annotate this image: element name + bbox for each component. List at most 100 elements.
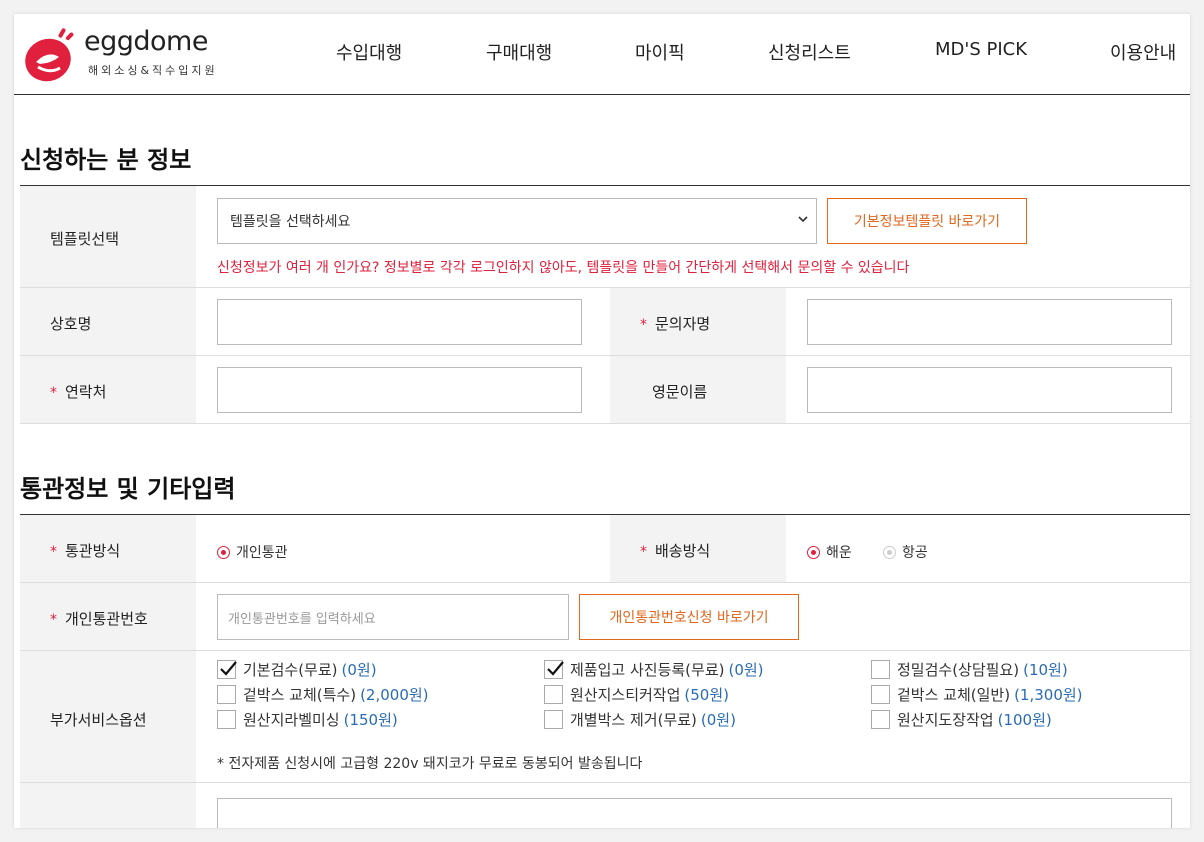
radio-personal-customs[interactable]: 개인통관 — [217, 542, 288, 562]
template-notice: 신청정보가 여러 개 인가요? 정보별로 각각 로그인하지 않아도, 템플릿을 … — [217, 260, 910, 276]
extra-service-option[interactable]: 기본검수(무료) (0원) — [217, 659, 377, 680]
section-title-requester: 신청하는 분 정보 — [20, 146, 192, 174]
form-row-template: 템플릿선택 템플릿을 선택하세요 기본정보템플릿 바로가기 신청정보가 여러 개… — [20, 186, 1190, 288]
required-mark: * — [50, 385, 57, 401]
template-shortcut-button[interactable]: 기본정보템플릿 바로가기 — [827, 198, 1027, 244]
form-row-methods: * 통관방식 개인통관 * 배송방식 해운 항공 — [20, 515, 1190, 583]
option-price: (0원) — [341, 661, 377, 679]
radio-sea-shipping[interactable]: 해운 — [807, 542, 852, 562]
checkmark-icon — [220, 661, 237, 676]
template-select-value: 템플릿을 선택하세요 — [230, 214, 351, 230]
english-name-input[interactable] — [807, 367, 1172, 413]
checkbox-unchecked[interactable] — [871, 685, 890, 704]
radio-air-shipping[interactable]: 항공 — [883, 542, 928, 562]
extra-service-option[interactable]: 원산지라벨미싱 (150원) — [217, 709, 398, 730]
form-row-contact: * 연락처 영문이름 — [20, 356, 1190, 424]
option-label: 겉박스 교체(특수) — [243, 686, 357, 704]
option-label: 기본검수(무료) — [243, 661, 338, 679]
inquirer-label-text: 문의자명 — [655, 315, 711, 333]
shipping-method-label-text: 배송방식 — [655, 542, 711, 560]
nav-item-mds-pick[interactable]: MD'S PICK — [935, 39, 1027, 60]
nav-item-guide[interactable]: 이용안내 — [1110, 39, 1176, 65]
option-label: 제품입고 사진등록(무료) — [570, 661, 725, 679]
form-row-company: 상호명 * 문의자명 — [20, 288, 1190, 356]
contact-label-text: 연락처 — [65, 383, 107, 401]
option-label: 정밀검수(상담필요) — [897, 661, 1020, 679]
extra-service-option[interactable]: 겉박스 교체(일반) (1,300원) — [871, 684, 1083, 705]
customs-number-apply-button[interactable]: 개인통관번호신청 바로가기 — [579, 594, 799, 640]
option-price: (0원) — [700, 711, 736, 729]
customs-method-label: * 통관방식 — [50, 540, 120, 561]
option-price: (10원) — [1023, 661, 1068, 679]
label-cell: * 배송방식 — [610, 515, 786, 582]
option-price: (2,000원) — [360, 686, 429, 704]
radio-label: 개인통관 — [236, 545, 288, 561]
radio-label: 항공 — [902, 545, 928, 561]
template-label: 템플릿선택 — [50, 230, 120, 248]
extra-services-note: * 전자제품 신청시에 고급형 220v 돼지코가 무료로 동봉되어 발송됩니다 — [217, 756, 643, 772]
section-title-customs: 통관정보 및 기타입력 — [20, 475, 236, 503]
radio-checked-icon — [217, 545, 230, 559]
nav-item-purchase-agency[interactable]: 구매대행 — [486, 39, 552, 65]
english-name-label: 영문이름 — [652, 383, 708, 401]
option-price: (50원) — [684, 686, 729, 704]
required-mark: * — [640, 544, 647, 560]
label-cell: * 통관방식 — [20, 515, 196, 582]
customs-number-input[interactable]: 개인통관번호를 입력하세요 — [217, 594, 569, 640]
extra-service-option[interactable]: 정밀검수(상담필요) (10원) — [871, 659, 1068, 680]
checkbox-unchecked[interactable] — [871, 660, 890, 679]
chevron-down-icon — [798, 216, 808, 223]
company-label: 상호명 — [50, 315, 92, 333]
radio-label: 해운 — [826, 545, 852, 561]
form-row-customs-number: * 개인통관번호 개인통관번호를 입력하세요 개인통관번호신청 바로가기 — [20, 583, 1190, 651]
customs-method-label-text: 통관방식 — [65, 542, 121, 560]
checkbox-unchecked[interactable] — [871, 710, 890, 729]
label-cell: 상호명 — [20, 288, 196, 355]
template-select[interactable]: 템플릿을 선택하세요 — [217, 198, 817, 244]
checkbox-unchecked[interactable] — [217, 710, 236, 729]
label-cell: 템플릿선택 — [20, 186, 196, 287]
checkmark-icon — [547, 661, 564, 676]
form-row-extra-services: 부가서비스옵션 기본검수(무료) (0원) 제품입고 사진등록(무료) (0원) 정밀검… — [20, 651, 1190, 783]
option-price: (0원) — [728, 661, 764, 679]
extra-service-option[interactable]: 원산지도장작업 (100원) — [871, 709, 1052, 730]
main-nav: 수입대행 구매대행 마이픽 신청리스트 MD'S PICK 이용안내 — [14, 39, 1190, 65]
option-label: 원산지스티커작업 — [570, 686, 681, 704]
option-price: (150원) — [343, 711, 398, 729]
contact-label: * 연락처 — [50, 381, 106, 402]
inquirer-input[interactable] — [807, 299, 1172, 345]
nav-item-request-list[interactable]: 신청리스트 — [768, 39, 851, 65]
label-cell: * 문의자명 — [610, 288, 786, 355]
label-cell: 부가서비스옵션 — [20, 651, 196, 782]
extra-service-option[interactable]: 겉박스 교체(특수) (2,000원) — [217, 684, 429, 705]
checkbox-checked[interactable] — [544, 660, 564, 679]
option-label: 겉박스 교체(일반) — [897, 686, 1011, 704]
customs-number-label: * 개인통관번호 — [50, 608, 148, 629]
checkbox-checked[interactable] — [217, 660, 237, 679]
required-mark: * — [640, 317, 647, 333]
label-cell — [20, 783, 196, 828]
option-label: 원산지도장작업 — [897, 711, 994, 729]
option-price: (100원) — [997, 711, 1052, 729]
contact-input[interactable] — [217, 367, 582, 413]
option-label: 개별박스 제거(무료) — [570, 711, 697, 729]
checkbox-unchecked[interactable] — [217, 685, 236, 704]
page-frame: eggdome 해외소싱&직수입지원 수입대행 구매대행 마이픽 신청리스트 M… — [14, 14, 1190, 828]
extra-service-option[interactable]: 개별박스 제거(무료) (0원) — [544, 709, 736, 730]
checkbox-unchecked[interactable] — [544, 685, 563, 704]
inquirer-label: * 문의자명 — [640, 313, 710, 334]
customs-number-label-text: 개인통관번호 — [65, 610, 148, 628]
company-input[interactable] — [217, 299, 582, 345]
checkbox-unchecked[interactable] — [544, 710, 563, 729]
extra-services-label: 부가서비스옵션 — [50, 711, 147, 729]
label-cell: * 개인통관번호 — [20, 583, 196, 650]
nav-item-mypick[interactable]: 마이픽 — [635, 39, 685, 65]
radio-disabled-icon — [883, 545, 896, 559]
required-mark: * — [50, 544, 57, 560]
nav-item-import-agency[interactable]: 수입대행 — [336, 39, 402, 65]
extra-service-option[interactable]: 제품입고 사진등록(무료) (0원) — [544, 659, 764, 680]
extra-service-option[interactable]: 원산지스티커작업 (50원) — [544, 684, 729, 705]
form-row-memo — [20, 783, 1190, 828]
shipping-method-label: * 배송방식 — [640, 540, 710, 561]
memo-textarea[interactable] — [217, 798, 1172, 828]
